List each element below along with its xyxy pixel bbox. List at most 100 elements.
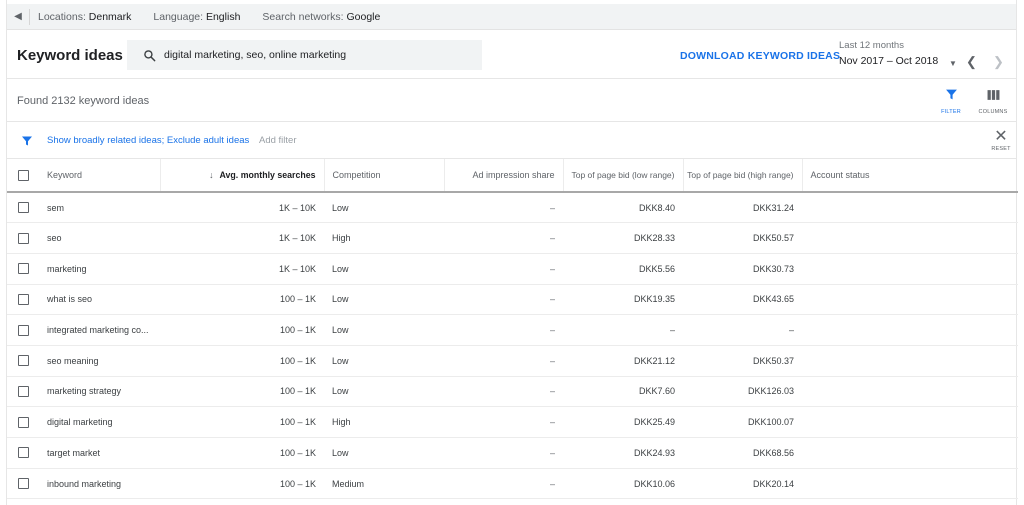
row-checkbox[interactable] [17,355,29,367]
row-checkbox[interactable] [17,324,29,336]
keyword-cell: seo [39,222,160,254]
search-input[interactable] [164,49,464,61]
ad-impression-share-cell: – [444,437,563,469]
columns-icon [987,90,999,100]
row-checkbox[interactable] [17,478,29,490]
keyword-cell: inbound marketing [39,468,160,500]
date-range-label: Last 12 months [839,40,904,51]
bid-low-cell: DKK25.49 [563,406,683,438]
avg-monthly-searches-cell: 100 – 1K [160,406,324,438]
column-header-competition[interactable]: Competition [324,159,445,193]
competition-cell: High [324,406,444,438]
keyword-search-box[interactable] [127,40,482,70]
avg-monthly-searches-cell: 1K – 10K [160,222,324,254]
bid-low-cell: DKK28.33 [563,222,683,254]
ad-impression-share-cell: – [444,253,563,285]
ad-impression-share-cell: – [444,284,563,316]
dropdown-arrow-icon[interactable]: ▼ [949,59,957,68]
ad-impression-share-cell: – [444,222,563,254]
keyword-cell: integrated marketing co... [39,314,160,346]
row-checkbox-cell [7,345,39,377]
column-header-ad-impression-share[interactable]: Ad impression share [444,159,564,193]
column-header-bid-high[interactable]: Top of page bid (high range) [683,159,803,193]
bid-high-cell: DKK100.07 [683,406,802,438]
table-row[interactable]: what is seo 100 – 1K Low – DKK19.35 DKK43.65 [7,284,1018,316]
account-status-cell [802,222,1018,254]
table-body: sem 1K – 10K Low – DKK8.40 DKK31.24 seo 1K – 10… [7,192,1018,500]
date-range-picker[interactable]: Last 12 months Nov 2017 – Oct 2018 [839,40,938,67]
filter-caption: FILTER [941,109,961,115]
ad-impression-share-cell: – [444,192,563,224]
row-checkbox[interactable] [17,447,29,459]
filter-icon [22,136,32,146]
column-header-avg-monthly-searches[interactable]: ↓ Avg. monthly searches [160,159,325,193]
avg-monthly-searches-cell: 100 – 1K [160,376,324,408]
account-status-cell [802,314,1018,346]
bid-high-cell: DKK68.56 [683,437,802,469]
table-row[interactable]: marketing strategy 100 – 1K Low – DKK7.60 DKK… [7,376,1018,408]
results-count: Found 2132 keyword ideas [17,95,150,107]
table-row[interactable]: target market 100 – 1K Low – DKK24.93 DKK68.5… [7,437,1018,469]
row-checkbox[interactable] [17,416,29,428]
account-status-cell [802,468,1018,500]
account-status-cell [802,406,1018,438]
keyword-cell: target market [39,437,160,469]
collapse-left-icon[interactable]: ◀ [7,11,29,22]
bid-low-cell: DKK8.40 [563,192,683,224]
account-status-cell [802,253,1018,285]
columns-button[interactable]: COLUMNS [975,88,1011,115]
avg-monthly-searches-cell: 100 – 1K [160,284,324,316]
column-header-bid-low[interactable]: Top of page bid (low range) [563,159,684,193]
column-header-keyword[interactable]: Keyword [39,159,161,193]
page-title: Keyword ideas [17,47,123,64]
row-checkbox-cell [7,222,39,254]
locations-setting[interactable]: Locations: Denmark [38,11,131,23]
row-checkbox[interactable] [17,293,29,305]
networks-value: Google [346,10,381,23]
table-row[interactable]: integrated marketing co... 100 – 1K Low – – – [7,314,1018,346]
row-checkbox[interactable] [17,232,29,244]
close-icon: ✕ [994,128,1008,145]
table-row[interactable]: sem 1K – 10K Low – DKK8.40 DKK31.24 [7,192,1018,224]
reset-button[interactable]: ✕ RESET [987,128,1015,152]
targeting-bar: ◀ Locations: Denmark Language: English S… [7,4,1016,30]
divider [29,8,30,25]
ad-impression-share-cell: – [444,345,563,377]
search-networks-setting[interactable]: Search networks: Google [262,11,380,23]
competition-cell: Low [324,345,444,377]
bid-low-cell: DKK24.93 [563,437,683,469]
bid-high-cell: DKK20.14 [683,468,802,500]
bid-high-cell: DKK50.37 [683,345,802,377]
ad-impression-share-cell: – [444,406,563,438]
column-header-account-status[interactable]: Account status [802,159,1018,193]
keyword-cell: sem [39,192,160,224]
bid-high-cell: DKK31.24 [683,192,802,224]
row-checkbox[interactable] [17,386,29,398]
language-setting[interactable]: Language: English [153,11,240,23]
keyword-ideas-table: Keyword ↓ Avg. monthly searches Competiti… [7,159,1018,500]
avg-monthly-searches-cell: 1K – 10K [160,253,324,285]
active-filters-link[interactable]: Show broadly related ideas; Exclude adul… [47,135,249,146]
columns-caption: COLUMNS [978,109,1008,115]
date-range-value: Nov 2017 – Oct 2018 [839,55,939,67]
row-checkbox[interactable] [17,263,29,275]
row-checkbox[interactable] [17,202,29,214]
row-checkbox-cell [7,314,39,346]
select-all-checkbox[interactable] [17,169,29,181]
competition-cell: High [324,222,444,254]
table-row[interactable]: digital marketing 100 – 1K High – DKK25.49 DK… [7,406,1018,438]
download-keyword-ideas-button[interactable]: DOWNLOAD KEYWORD IDEAS [680,50,840,62]
avg-monthly-searches-cell: 100 – 1K [160,314,324,346]
chevron-left-icon[interactable]: ❮ [966,54,977,70]
add-filter-button[interactable]: Add filter [259,135,297,146]
table-row[interactable]: inbound marketing 100 – 1K Medium – DKK10.06… [7,468,1018,500]
reset-caption: RESET [991,146,1011,152]
table-row[interactable]: marketing 1K – 10K Low – DKK5.56 DKK30.73 [7,253,1018,285]
filter-button[interactable]: FILTER [933,88,969,115]
row-checkbox-cell [7,284,39,316]
table-row[interactable]: seo 1K – 10K High – DKK28.33 DKK50.57 [7,222,1018,254]
row-checkbox-cell [7,437,39,469]
bid-high-cell: DKK126.03 [683,376,802,408]
chevron-right-icon[interactable]: ❯ [993,54,1004,70]
table-row[interactable]: seo meaning 100 – 1K Low – DKK21.12 DKK50.37 [7,345,1018,377]
